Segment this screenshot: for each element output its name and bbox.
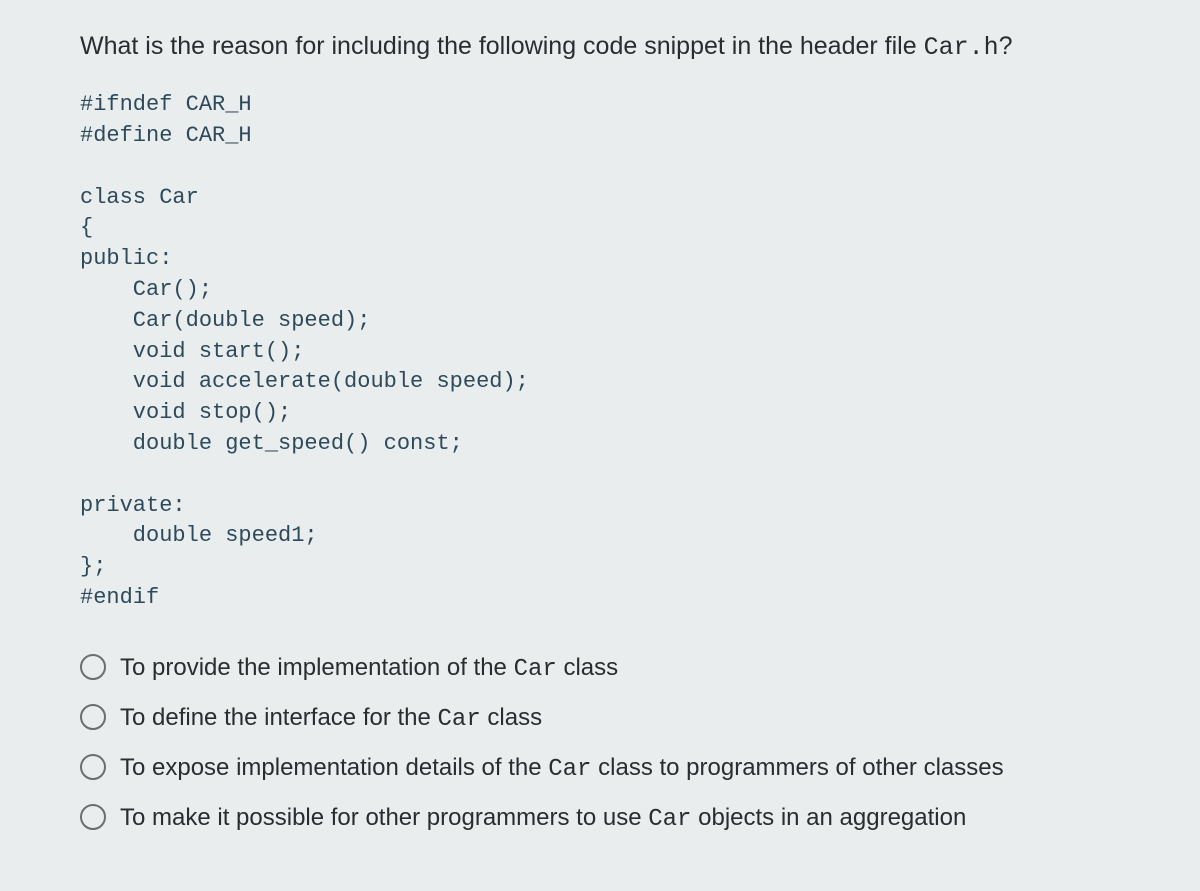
answer-pre: To provide the implementation of the xyxy=(120,654,514,681)
answer-post: class to programmers of other classes xyxy=(591,754,1003,781)
question-part2: ? xyxy=(999,32,1013,60)
answer-post: class xyxy=(557,654,618,681)
answer-option-2[interactable]: To expose implementation details of the … xyxy=(80,750,1120,788)
radio-icon xyxy=(80,654,106,680)
question-part1: What is the reason for including the fol… xyxy=(80,32,924,60)
answer-option-1[interactable]: To define the interface for the Car clas… xyxy=(80,700,1120,738)
code-snippet: #ifndef CAR_H #define CAR_H class Car { … xyxy=(80,90,1120,614)
answer-post: objects in an aggregation xyxy=(691,804,966,831)
radio-icon xyxy=(80,754,106,780)
answer-label: To provide the implementation of the Car… xyxy=(120,650,618,688)
answer-mono: Car xyxy=(648,806,691,833)
answer-list: To provide the implementation of the Car… xyxy=(80,650,1120,838)
answer-mono: Car xyxy=(514,656,557,683)
answer-option-0[interactable]: To provide the implementation of the Car… xyxy=(80,650,1120,688)
answer-option-3[interactable]: To make it possible for other programmer… xyxy=(80,800,1120,838)
question-filename: Car.h xyxy=(924,33,999,62)
radio-icon xyxy=(80,704,106,730)
answer-mono: Car xyxy=(548,756,591,783)
answer-label: To make it possible for other programmer… xyxy=(120,800,966,838)
answer-pre: To expose implementation details of the xyxy=(120,754,548,781)
radio-icon xyxy=(80,804,106,830)
answer-pre: To make it possible for other programmer… xyxy=(120,804,648,831)
question-text: What is the reason for including the fol… xyxy=(80,28,1120,66)
answer-pre: To define the interface for the xyxy=(120,704,438,731)
answer-label: To expose implementation details of the … xyxy=(120,750,1004,788)
answer-label: To define the interface for the Car clas… xyxy=(120,700,542,738)
answer-post: class xyxy=(481,704,542,731)
answer-mono: Car xyxy=(438,706,481,733)
